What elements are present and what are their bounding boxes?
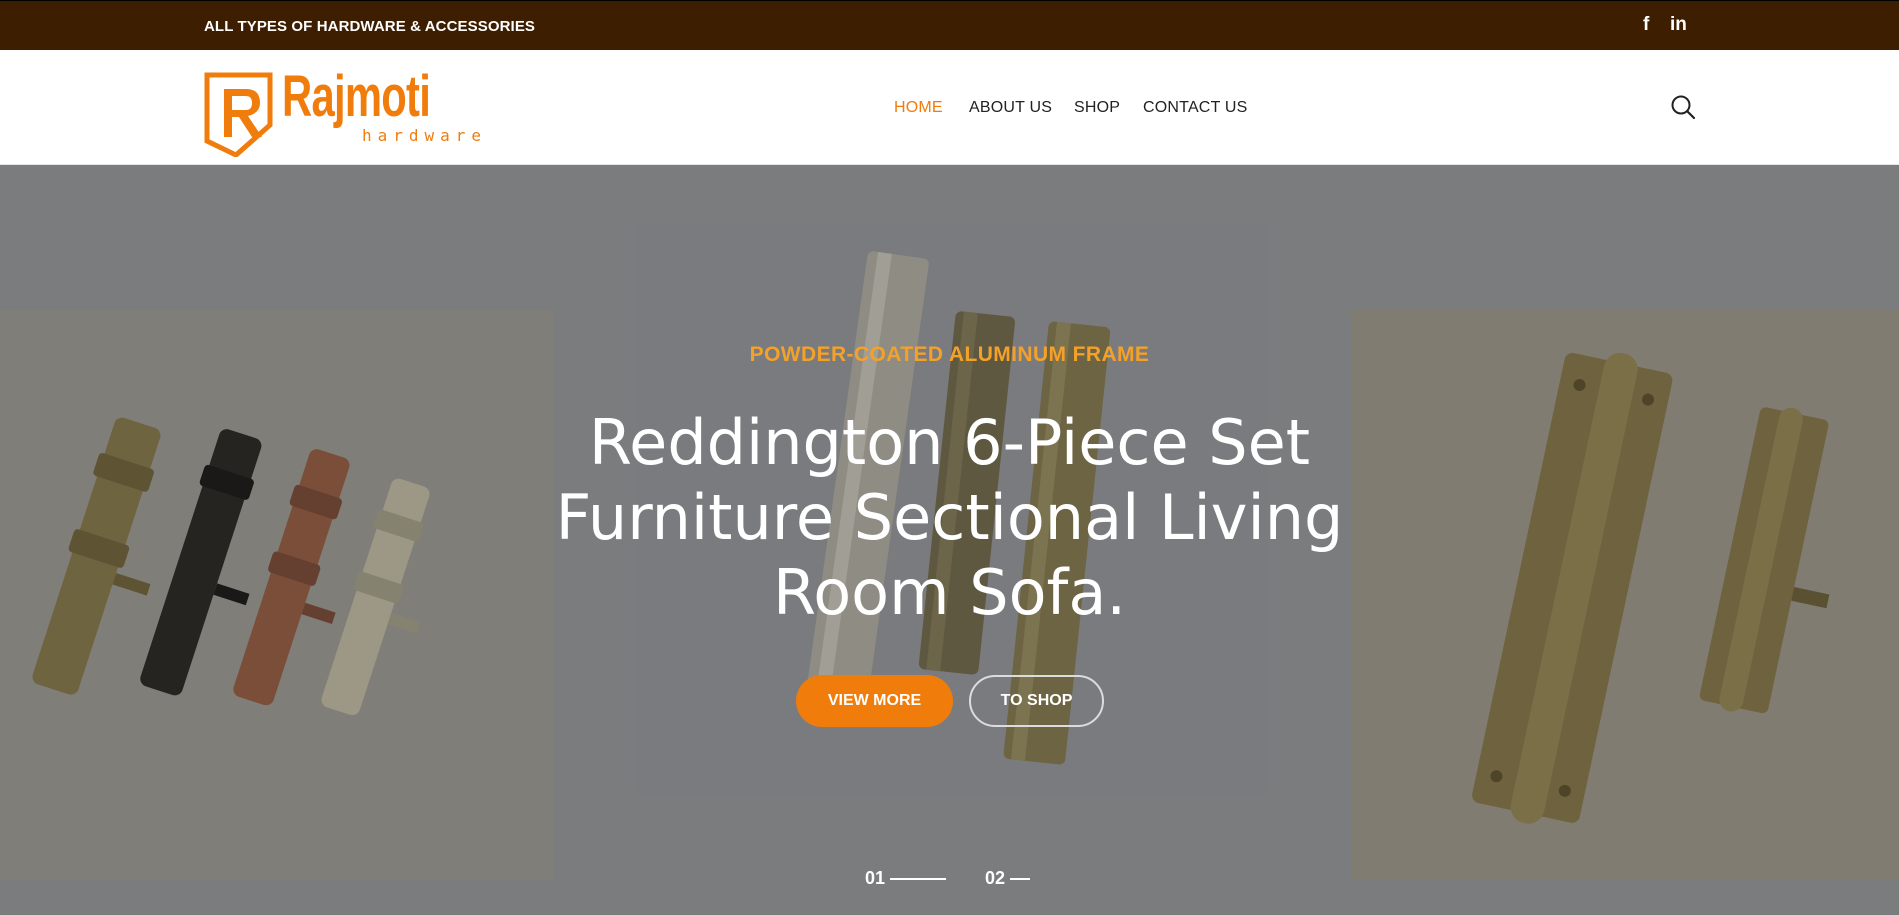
nav-shop[interactable]: SHOP — [1074, 99, 1120, 117]
main-header: Rajmoti hardware HOME ABOUT US SHOP CONT… — [0, 50, 1899, 165]
hero-title-line: Furniture Sectional Living — [555, 481, 1344, 554]
search-icon[interactable] — [1670, 94, 1696, 120]
slide-indicator-1[interactable]: 01 — [865, 868, 947, 889]
nav-home[interactable]: HOME — [894, 99, 943, 117]
logo[interactable]: Rajmoti hardware — [204, 65, 481, 157]
slide-number: 01 — [865, 868, 886, 888]
slide-indicator-2[interactable]: 02 — [985, 868, 1031, 889]
hero-slider: POWDER-COATED ALUMINUM FRAME Reddington … — [0, 165, 1899, 915]
nav-contact-us[interactable]: CONTACT US — [1143, 99, 1248, 117]
hero-title: Reddington 6-Piece Set Furniture Section… — [0, 405, 1899, 630]
logo-mark-icon — [204, 72, 273, 157]
slide-number: 02 — [985, 868, 1006, 888]
logo-wordmark: Rajmoti — [282, 64, 431, 129]
nav-about-us[interactable]: ABOUT US — [969, 99, 1052, 117]
view-more-button[interactable]: VIEW MORE — [796, 675, 953, 727]
hero-eyebrow: POWDER-COATED ALUMINUM FRAME — [749, 343, 1150, 366]
hero-title-line: Reddington 6-Piece Set — [588, 406, 1311, 479]
slide-progress-line — [890, 878, 947, 881]
tagline: ALL TYPES OF HARDWARE & ACCESSORIES — [204, 18, 536, 35]
linkedin-icon[interactable]: in — [1670, 14, 1687, 36]
facebook-icon[interactable]: f — [1643, 14, 1649, 36]
hero-title-line: Room Sofa. — [772, 556, 1127, 629]
slide-progress-line — [1010, 878, 1031, 881]
top-bar: ALL TYPES OF HARDWARE & ACCESSORIES f in — [0, 0, 1899, 50]
to-shop-button[interactable]: TO SHOP — [969, 675, 1104, 727]
logo-subtext: hardware — [362, 126, 488, 145]
